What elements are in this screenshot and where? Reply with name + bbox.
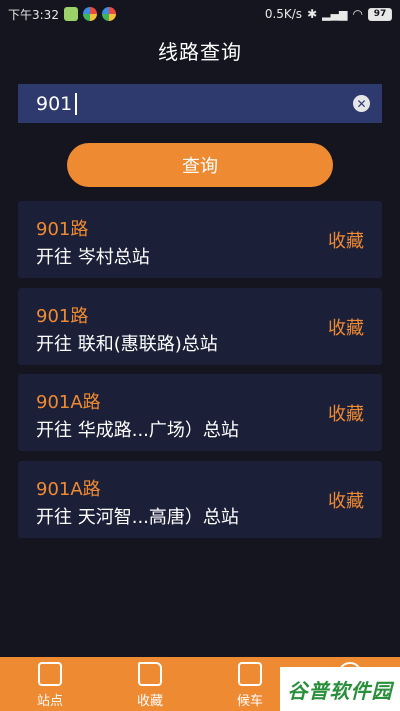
favorite-button[interactable]: 收藏 (328, 400, 364, 426)
route-name: 901A路 (36, 479, 101, 500)
nav-label: 收藏 (136, 694, 163, 709)
status-time: 下午3:32 (8, 7, 59, 22)
route-card[interactable]: 901路 开往 联和(惠联路)总站 收藏 (18, 288, 382, 365)
route-name: 901路 (36, 219, 89, 240)
route-destination: 开往 联和(惠联路)总站 (36, 334, 218, 355)
search-box[interactable]: ✕ (18, 84, 382, 123)
route-card[interactable]: 901A路 开往 天河智...高唐）总站 收藏 (18, 461, 382, 538)
bluetooth-icon: ✱ (307, 7, 318, 21)
favorite-button[interactable]: 收藏 (328, 487, 364, 513)
status-right: 0.5K/s ✱ ▂▄▆ ◠ 97 (265, 7, 392, 21)
watermark: 谷普软件园 (280, 667, 400, 711)
page-title: 线路查询 (158, 40, 242, 64)
battery-icon: 97 (368, 7, 392, 21)
network-speed: 0.5K/s (264, 7, 303, 21)
app-notification-icon (63, 7, 78, 21)
nav-item-favorites[interactable]: 收藏 (100, 657, 200, 711)
favorite-button[interactable]: 收藏 (328, 314, 364, 340)
nav-label: 站点 (36, 694, 63, 709)
nav-label: 候车 (236, 694, 263, 709)
favorite-button[interactable]: 收藏 (328, 227, 364, 253)
waiting-icon (238, 662, 262, 686)
wifi-icon: ◠ (352, 7, 363, 21)
route-name: 901A路 (36, 392, 101, 413)
status-bar: 下午3:32 0.5K/s ✱ ▂▄▆ ◠ 97 (0, 0, 400, 28)
station-icon (38, 662, 62, 686)
favorites-icon (138, 662, 162, 686)
route-card[interactable]: 901A路 开往 华成路...广场）总站 收藏 (18, 374, 382, 451)
nav-item-station[interactable]: 站点 (0, 657, 100, 711)
search-input[interactable] (36, 92, 74, 115)
clear-icon[interactable]: ✕ (353, 95, 370, 112)
query-button[interactable]: 查询 (67, 143, 333, 187)
app-notification-icon (101, 7, 116, 21)
route-destination: 开往 岑村总站 (36, 247, 150, 268)
text-cursor (75, 92, 77, 115)
app-notification-icon (82, 7, 97, 21)
signal-icon: ▂▄▆ (322, 7, 348, 21)
route-card[interactable]: 901路 开往 岑村总站 收藏 (18, 201, 382, 278)
route-destination: 开往 天河智...高唐）总站 (36, 507, 239, 528)
route-destination: 开往 华成路...广场）总站 (36, 420, 239, 441)
route-name: 901路 (36, 306, 89, 327)
status-left: 下午3:32 (8, 6, 116, 23)
